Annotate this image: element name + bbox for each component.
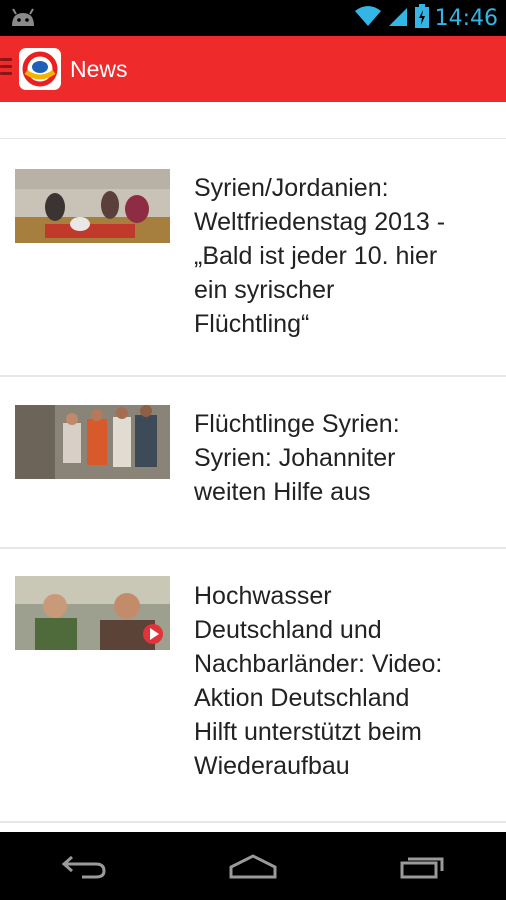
news-title: Syrien/Jordanien: Weltfriedenstag 2013 -… — [194, 174, 446, 338]
news-list: Syrien/Jordanien: Weltfriedenstag 2013 -… — [0, 102, 506, 832]
menu-icon[interactable] — [0, 58, 12, 79]
battery-icon — [414, 3, 429, 33]
recent-apps-icon[interactable] — [387, 846, 457, 886]
news-title: Hochwasser Deutschland und Nachbarländer… — [194, 582, 443, 780]
refugee-tent-photo — [15, 169, 170, 243]
page-title: News — [70, 56, 128, 82]
back-icon[interactable] — [49, 846, 119, 886]
children-photo — [15, 405, 170, 479]
home-icon[interactable] — [218, 846, 288, 886]
video-two-men-photo — [15, 576, 170, 650]
action-bar: News — [0, 36, 506, 102]
wifi-icon — [354, 5, 381, 32]
status-time: 14:46 — [434, 5, 498, 31]
status-bar: 14:46 — [0, 0, 506, 36]
app-logo-icon[interactable] — [19, 48, 61, 90]
news-title: Flüchtlinge Syrien: Syrien: Johanniter w… — [194, 410, 400, 506]
news-item[interactable]: Syrien/Jordanien: Weltfriedenstag 2013 -… — [0, 139, 506, 377]
signal-icon — [387, 5, 409, 32]
android-icon — [10, 7, 36, 32]
news-item[interactable]: Flüchtlinge Syrien: Syrien: Johanniter w… — [0, 377, 506, 549]
navigation-bar — [0, 832, 506, 900]
news-item[interactable]: Hochwasser Deutschland und Nachbarländer… — [0, 549, 506, 823]
